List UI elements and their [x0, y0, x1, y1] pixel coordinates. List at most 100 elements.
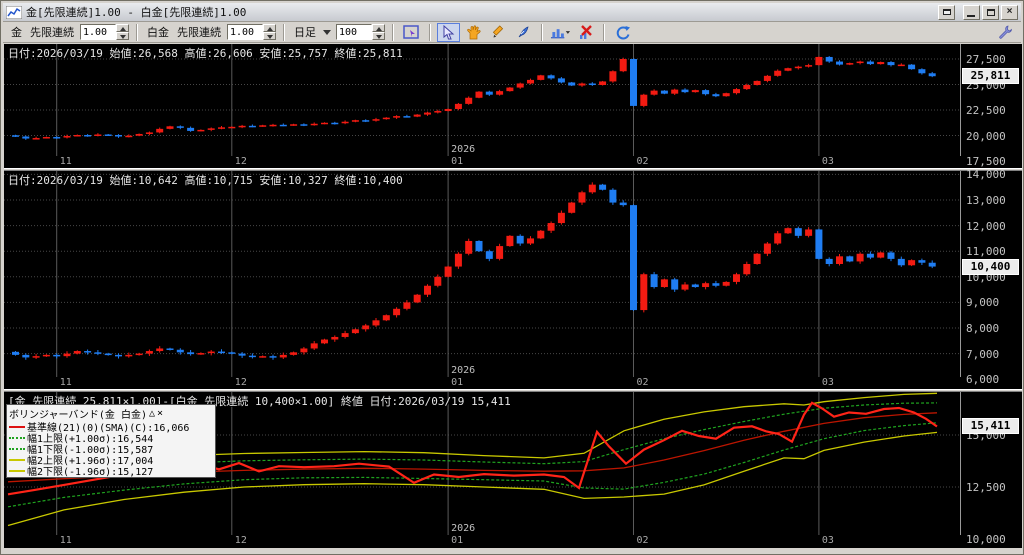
legend-close-button[interactable]: ×: [157, 408, 163, 419]
price-tick-label: 12,500: [966, 481, 1006, 494]
band1-lower-swatch: [9, 447, 25, 450]
price-tick-label: 13,000: [966, 194, 1006, 207]
pointer-tool-button[interactable]: [437, 22, 460, 42]
delete-chart-button[interactable]: [574, 23, 597, 42]
bar-count-input[interactable]: [336, 24, 372, 40]
platinum-ohlc-info: 日付:2026/03/19 始値:10,642 高値:10,715 安値:10,…: [8, 174, 403, 187]
month-label: 02: [636, 156, 649, 167]
center-line-swatch: [9, 425, 25, 428]
chart-region-tool-button[interactable]: [400, 23, 423, 42]
period-dropdown[interactable]: 日足: [294, 24, 316, 40]
month-label: 11: [59, 156, 72, 167]
price-tick-label: 8,000: [966, 322, 1000, 335]
gold-series-label: 先限連続: [30, 26, 74, 39]
toolbar-separator: [136, 23, 138, 41]
platinum-symbol-label: 白金: [147, 26, 169, 39]
bar-chart-icon: [550, 28, 571, 38]
bar-count-spinner: [336, 24, 385, 40]
gold-scale-up-button[interactable]: [116, 24, 129, 32]
hand-icon: [466, 24, 481, 39]
month-label: 02: [636, 535, 649, 546]
month-label: 03: [821, 535, 834, 546]
app-window: 金[先限連続]1.00 - 白金[先限連続]1.00 × 金 先限連続 白金 先…: [0, 0, 1024, 555]
pointer-icon: [443, 24, 455, 39]
toolbar: 金 先限連続 白金 先限連続 日足: [3, 22, 1021, 43]
chart-region-icon: [403, 24, 419, 39]
bar-count-up-button[interactable]: [372, 24, 385, 32]
month-label: 11: [59, 377, 72, 388]
month-label: 01: [451, 156, 464, 167]
price-tick-label: 20,000: [966, 129, 1006, 143]
month-label: 03: [821, 156, 834, 167]
price-tick-label: 17,500: [966, 155, 1006, 168]
legend-collapse-button[interactable]: △: [149, 408, 155, 419]
month-label: 12: [234, 377, 247, 388]
pen-tool-button[interactable]: [512, 23, 535, 42]
gold-time-axis: 11 12 01 02 03: [4, 156, 961, 168]
month-label: 02: [636, 377, 649, 388]
bar-count-down-button[interactable]: [372, 32, 385, 40]
window-title: 金[先限連続]1.00 - 白金[先限連続]1.00: [26, 6, 247, 19]
month-label: 12: [234, 535, 247, 546]
platinum-scale-up-button[interactable]: [263, 24, 276, 32]
month-label: 01: [451, 377, 464, 388]
bollinger-legend: ボリンジャーバンド(金 白金) △ × 基準線(21)(0)(SMA)(C):1…: [6, 404, 216, 478]
price-tick-label: 27,500: [966, 53, 1006, 66]
month-label: 11: [59, 535, 72, 546]
price-tick-label: 6,000: [966, 373, 1000, 387]
platinum-chart-plot[interactable]: [4, 171, 961, 377]
price-tick-label: 7,000: [966, 347, 1000, 361]
price-tick-label: 14,000: [966, 168, 1006, 182]
gold-symbol-label: 金: [11, 26, 22, 39]
settings-wrench-button[interactable]: [993, 23, 1016, 42]
platinum-scale-down-button[interactable]: [263, 32, 276, 40]
delete-icon: [580, 24, 592, 39]
toolbar-separator: [429, 23, 431, 41]
platinum-scale-input[interactable]: [227, 24, 263, 40]
wrench-icon: [999, 25, 1012, 39]
chart-type-button[interactable]: [549, 23, 572, 42]
price-tick-label: 11,000: [966, 245, 1006, 259]
pencil-tool-button[interactable]: [487, 23, 510, 42]
gold-scale-down-button[interactable]: [116, 32, 129, 40]
chart-region[interactable]: 27,500 25,000 22,500 20,000 17,500 25,811 14,0…: [4, 44, 1022, 548]
legend-row: 幅2下限(-1.96σ):15,127: [9, 465, 213, 478]
month-label: 01: [451, 535, 464, 546]
minimize-button[interactable]: [963, 4, 980, 20]
gold-current-price-label: 25,811: [962, 68, 1019, 85]
close-button[interactable]: ×: [1001, 4, 1018, 20]
pan-tool-button[interactable]: [462, 23, 485, 42]
price-tick-label: 9,000: [966, 296, 1000, 310]
toolbar-separator: [283, 23, 285, 41]
band2-lower-swatch: [9, 469, 25, 472]
month-label: 12: [234, 156, 247, 167]
chart-app-icon: [5, 5, 23, 19]
pen-icon: [518, 25, 529, 37]
gold-scale-input[interactable]: [80, 24, 116, 40]
gold-ohlc-info: 日付:2026/03/19 始値:26,568 高値:26,606 安値:25,…: [8, 47, 403, 60]
refresh-button[interactable]: [611, 23, 634, 42]
gold-scale-spinner: [80, 24, 129, 40]
platinum-scale-spinner: [227, 24, 276, 40]
price-tick-label: 22,500: [966, 104, 1006, 117]
platinum-current-price-label: 10,400: [962, 258, 1019, 275]
spread-time-axis: 11 12 01 02 03: [4, 535, 961, 547]
price-tick-label: 10,000: [966, 533, 1006, 546]
refresh-icon: [616, 25, 630, 39]
toolbar-separator: [541, 23, 543, 41]
toolbar-separator: [603, 23, 605, 41]
price-tick-label: 12,000: [966, 219, 1006, 233]
spread-current-price-label: 15,411: [962, 418, 1019, 435]
title-bar[interactable]: 金[先限連続]1.00 - 白金[先限連続]1.00 ×: [3, 3, 1021, 22]
pencil-icon: [492, 24, 504, 37]
price-axis-column: 27,500 25,000 22,500 20,000 17,500 25,811 14,0…: [961, 44, 1022, 548]
band2-upper-swatch: [9, 458, 25, 461]
platinum-series-label: 先限連続: [177, 26, 221, 39]
maximize-button[interactable]: [982, 4, 999, 20]
toolbar-separator: [392, 23, 394, 41]
dock-button[interactable]: [938, 4, 955, 20]
band1-upper-swatch: [9, 436, 25, 439]
month-label: 03: [821, 377, 834, 388]
platinum-time-axis: 11 12 01 02 03: [4, 377, 961, 389]
period-dropdown-arrow-icon[interactable]: [323, 29, 331, 35]
